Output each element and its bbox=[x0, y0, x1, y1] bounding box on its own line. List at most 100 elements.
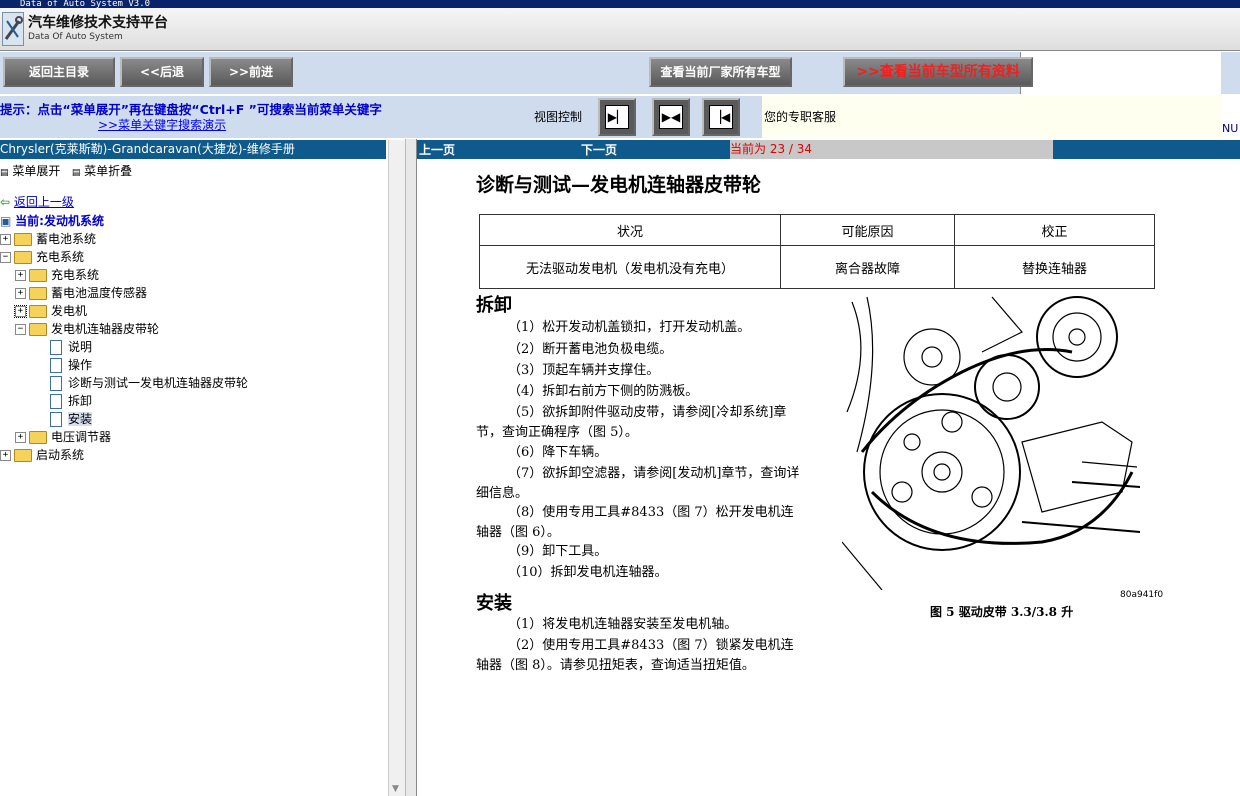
removal-step: （2）断开蓄电池负极电缆。 bbox=[508, 342, 673, 357]
tree-item-label: 说明 bbox=[68, 340, 93, 354]
tree-item-label: 安装 bbox=[68, 412, 93, 426]
document-title: 诊断与测试—发电机连轴器皮带轮 bbox=[476, 174, 762, 196]
tree-item-label: 诊断与测试一发电机连轴器皮带轮 bbox=[68, 376, 249, 390]
collapse-icon[interactable]: − bbox=[15, 324, 26, 335]
menu-heading: Chrysler(克莱斯勒)-Grandcaravan(大捷龙)-维修手册 bbox=[0, 140, 386, 159]
search-demo-link[interactable]: >>菜单关键字搜索演示 bbox=[98, 116, 226, 133]
removal-step: （9）卸下工具。 bbox=[508, 544, 608, 559]
scroll-down-icon[interactable]: ▼ bbox=[392, 784, 399, 794]
tree-item-label: 充电系统 bbox=[36, 250, 85, 264]
current-system: ▣ 当前:发动机系统 bbox=[0, 212, 104, 230]
diagnosis-table: 状况 可能原因 校正 无法驱动发电机（发电机没有充电） 离合器故障 替换连轴器 bbox=[479, 214, 1155, 289]
app-title: 汽车维修技术支持平台 bbox=[28, 15, 168, 31]
table-header: 校正 bbox=[954, 214, 1155, 246]
menu-scrollbar[interactable]: ▼ bbox=[388, 140, 406, 796]
view-right-button[interactable]: ▕◀ bbox=[702, 98, 740, 136]
table-cell: 替换连轴器 bbox=[954, 245, 1155, 289]
tree-item-charging-sys[interactable]: + 充电系统 bbox=[15, 266, 99, 284]
tree-item-pulley[interactable]: − 发电机连轴器皮带轮 bbox=[15, 320, 159, 338]
figure-code: 80a941f0 bbox=[1120, 590, 1164, 600]
drive-belt-figure bbox=[842, 292, 1142, 590]
tree-item-battery[interactable]: + 蓄电池系统 bbox=[0, 230, 96, 248]
folder-icon bbox=[29, 269, 47, 282]
menu-collapse-button[interactable]: 菜单折叠 bbox=[84, 164, 132, 178]
removal-step: （6）降下车辆。 bbox=[508, 445, 608, 460]
menu-operations: ▤ 菜单展开 ▤ 菜单折叠 bbox=[0, 162, 132, 179]
view-control-label: 视图控制 bbox=[534, 110, 583, 124]
removal-step: （7）欲拆卸空滤器，请参阅[发动机]章节，查询详细信息。 bbox=[476, 466, 800, 501]
split-view-icon: ▶◀ bbox=[659, 105, 683, 129]
tree-item-desc[interactable]: 说明 bbox=[50, 338, 92, 356]
document-icon bbox=[50, 340, 62, 355]
service-label: 您的专职客服 bbox=[764, 110, 837, 124]
view-split-button[interactable]: ▶◀ bbox=[652, 98, 690, 136]
install-step: （2）使用专用工具#8433（图 7）锁紧发电机连轴器（图 8）。请参见扭矩表，… bbox=[476, 638, 794, 673]
document-icon bbox=[50, 376, 62, 391]
tree-item-regulator[interactable]: + 电压调节器 bbox=[15, 428, 111, 446]
document-icon bbox=[50, 358, 62, 373]
home-button[interactable]: 返回主目录 bbox=[3, 57, 115, 87]
expand-left-icon: ▕◀ bbox=[709, 105, 733, 129]
app-header bbox=[0, 8, 1240, 51]
menu-collapse-icon: ▤ bbox=[71, 168, 81, 178]
back-up-link[interactable]: ⇦ 返回上一级 bbox=[0, 193, 74, 211]
table-header: 状况 bbox=[479, 214, 781, 246]
collapse-icon[interactable]: − bbox=[0, 252, 11, 263]
tree-item-removal[interactable]: 拆卸 bbox=[50, 392, 92, 410]
tree-item-starting[interactable]: + 启动系统 bbox=[0, 446, 84, 464]
numlock-indicator: NU bbox=[1222, 122, 1239, 135]
tree-item-label: 拆卸 bbox=[68, 394, 93, 408]
toolbar-blank-panel bbox=[1020, 52, 1221, 94]
table-cell: 无法驱动发电机（发电机没有充电） bbox=[479, 245, 781, 289]
expand-icon[interactable]: + bbox=[14, 305, 27, 318]
tree-item-install[interactable]: 安装 bbox=[50, 410, 93, 428]
current-system-label: 当前:发动机系统 bbox=[15, 214, 104, 228]
tree-item-label: 发电机连轴器皮带轮 bbox=[51, 322, 160, 336]
expand-icon[interactable]: + bbox=[15, 270, 26, 281]
removal-step: （5）欲拆卸附件驱动皮带，请参阅[冷却系统]章节，查询正确程序（图 5）。 bbox=[476, 405, 787, 440]
tree-item-battery-temp[interactable]: + 蓄电池温度传感器 bbox=[15, 284, 147, 302]
table-cell: 离合器故障 bbox=[780, 245, 955, 289]
menu-expand-button[interactable]: 菜单展开 bbox=[12, 164, 60, 178]
folder-open-icon bbox=[29, 323, 47, 336]
table-header-row: 状况 可能原因 校正 bbox=[479, 214, 1155, 246]
tree-item-label: 电压调节器 bbox=[51, 430, 112, 444]
panel-splitter[interactable] bbox=[405, 139, 417, 796]
all-models-button[interactable]: 查看当前厂家所有车型 bbox=[649, 57, 792, 87]
back-up-label: 返回上一级 bbox=[13, 195, 74, 209]
tree-item-label: 蓄电池温度传感器 bbox=[51, 286, 148, 300]
expand-icon[interactable]: + bbox=[0, 450, 11, 461]
window-title-bar: Data of Auto System V3.0 bbox=[0, 0, 1240, 8]
all-data-button[interactable]: >>查看当前车型所有资料 bbox=[843, 57, 1033, 87]
folder-icon bbox=[29, 431, 47, 444]
view-left-button[interactable]: ▶▏ bbox=[598, 98, 636, 136]
removal-step: （3）顶起车辆并支撑住。 bbox=[508, 363, 660, 378]
prev-page-button[interactable]: 上一页 bbox=[419, 141, 455, 158]
figure-caption: 图 5 驱动皮带 3.3/3.8 升 bbox=[930, 605, 1074, 619]
menu-expand-icon: ▤ bbox=[0, 168, 9, 178]
tree-item-label: 操作 bbox=[68, 358, 93, 372]
back-button[interactable]: <<后退 bbox=[120, 57, 204, 87]
document-icon bbox=[50, 412, 62, 427]
expand-icon[interactable]: + bbox=[15, 288, 26, 299]
install-heading: 安装 bbox=[476, 593, 512, 614]
tree-item-generator[interactable]: + 发电机 bbox=[14, 302, 88, 320]
tree-item-diag[interactable]: 诊断与测试一发电机连轴器皮带轮 bbox=[50, 374, 248, 392]
folder-icon bbox=[14, 233, 32, 246]
tree-item-charging[interactable]: − 充电系统 bbox=[0, 248, 84, 266]
document-icon bbox=[50, 394, 62, 409]
table-row: 无法驱动发电机（发电机没有充电） 离合器故障 替换连轴器 bbox=[479, 245, 1155, 289]
folder-icon bbox=[29, 287, 47, 300]
expand-right-icon: ▶▏ bbox=[605, 105, 629, 129]
expand-icon[interactable]: + bbox=[15, 432, 26, 443]
expand-icon[interactable]: + bbox=[0, 234, 11, 245]
next-page-button[interactable]: 下一页 bbox=[581, 141, 617, 158]
install-step: （1）将发电机连轴器安装至发电机轴。 bbox=[508, 617, 738, 632]
app-subtitle: Data Of Auto System bbox=[28, 32, 123, 42]
removal-step: （8）使用专用工具#8433（图 7）松开发电机连轴器（图 6）。 bbox=[476, 505, 794, 540]
folder-open-icon bbox=[14, 251, 32, 264]
forward-button[interactable]: >>前进 bbox=[209, 57, 293, 87]
tree-item-operation[interactable]: 操作 bbox=[50, 356, 92, 374]
table-header: 可能原因 bbox=[780, 214, 955, 246]
tree-item-label: 发电机 bbox=[51, 304, 88, 318]
